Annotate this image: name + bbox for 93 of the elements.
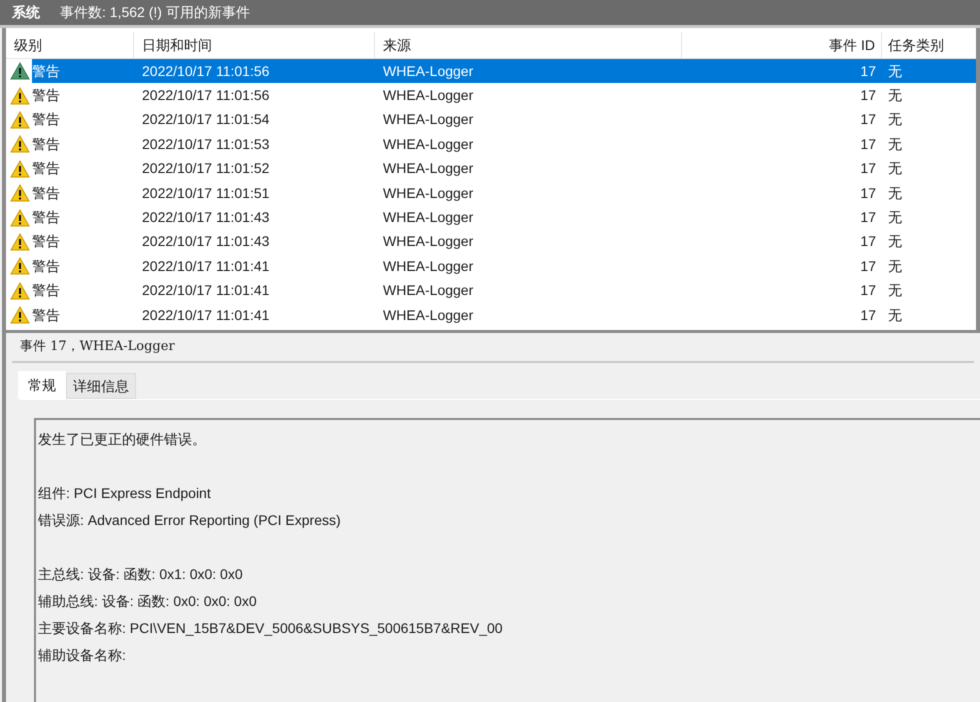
description-line: 主要设备名称: PCI\VEN_15B7&DEV_5006&SUBSYS_500615B7&REV_00 bbox=[38, 619, 504, 638]
table-cell-text: 无 bbox=[887, 281, 903, 300]
table-cell-text: WHEA-Logger bbox=[382, 306, 474, 325]
warning-icon bbox=[10, 184, 30, 202]
column-header[interactable]: 日期和时间 bbox=[134, 32, 375, 58]
warning-icon bbox=[10, 257, 30, 276]
table-cell-text: 警告 bbox=[32, 110, 60, 130]
table-cell-text: 警告 bbox=[32, 281, 60, 300]
table-cell-text: WHEA-Logger bbox=[382, 134, 474, 154]
warning-icon bbox=[10, 86, 30, 105]
table-cell-text: 警告 bbox=[32, 208, 60, 228]
warning-icon bbox=[10, 135, 30, 154]
description-line: 辅助设备名称: bbox=[38, 646, 127, 665]
details-title: 事件 17，WHEA-Logger bbox=[12, 333, 974, 363]
table-cell-text: 17 bbox=[859, 62, 877, 81]
table-cell-text: 无 bbox=[887, 184, 903, 203]
table-cell-text: 17 bbox=[859, 184, 877, 203]
table-cell-text: 17 bbox=[859, 86, 877, 106]
column-header[interactable]: 事件 ID bbox=[682, 32, 882, 58]
event-row[interactable]: 警告 2022/10/17 11:01:54 WHEA-Logger 17 无 bbox=[6, 108, 976, 132]
table-cell-text: 17 bbox=[859, 208, 877, 228]
warning-icon bbox=[10, 160, 30, 178]
table-cell-text: 2022/10/17 11:01:53 bbox=[141, 134, 270, 154]
table-cell-text: WHEA-Logger bbox=[382, 208, 474, 228]
event-count: 事件数: 1,562 (!) 可用的新事件 bbox=[60, 3, 250, 22]
table-cell-text: 2022/10/17 11:01:41 bbox=[141, 281, 270, 300]
event-row[interactable]: 警告 2022/10/17 11:01:53 WHEA-Logger 17 无 bbox=[6, 132, 976, 157]
table-cell-text: WHEA-Logger bbox=[382, 281, 474, 300]
description-line: 错误源: Advanced Error Reporting (PCI Express) bbox=[38, 511, 342, 530]
table-cell-text: WHEA-Logger bbox=[382, 110, 474, 130]
event-row[interactable]: 警告 2022/10/17 11:01:56 WHEA-Logger 17 无 bbox=[6, 83, 976, 108]
event-row[interactable]: 警告 2022/10/17 11:01:43 WHEA-Logger 17 无 bbox=[6, 230, 976, 254]
event-row[interactable]: 警告 2022/10/17 11:01:51 WHEA-Logger 17 无 bbox=[6, 180, 976, 206]
table-cell-text: 无 bbox=[887, 110, 903, 130]
table-cell-text: 2022/10/17 11:01:41 bbox=[141, 306, 270, 325]
table-cell-text: 无 bbox=[887, 306, 903, 325]
table-cell-text: 17 bbox=[859, 306, 877, 325]
table-cell-text: 警告 bbox=[32, 159, 60, 178]
table-cell-text: 警告 bbox=[32, 86, 60, 106]
table-cell-text: 2022/10/17 11:01:51 bbox=[141, 184, 270, 203]
table-cell-text: 无 bbox=[887, 208, 903, 228]
tab[interactable]: 常规 bbox=[18, 371, 66, 399]
warning-icon bbox=[10, 62, 30, 80]
table-cell-text: 2022/10/17 11:01:52 bbox=[141, 159, 270, 178]
table-cell-text: 警告 bbox=[32, 306, 60, 325]
description-line: 辅助总线: 设备: 函数: 0x0: 0x0: 0x0 bbox=[38, 592, 258, 611]
table-cell-text: 2022/10/17 11:01:43 bbox=[141, 208, 270, 228]
column-header[interactable]: 任务类别 bbox=[882, 32, 976, 58]
event-row[interactable]: 警告 2022/10/17 11:01:41 WHEA-Logger 17 无 bbox=[6, 278, 976, 303]
tab[interactable]: 详细信息 bbox=[66, 373, 136, 399]
table-cell-text: 2022/10/17 11:01:43 bbox=[141, 232, 270, 252]
description-line: 主总线: 设备: 函数: 0x1: 0x0: 0x0 bbox=[38, 565, 244, 584]
table-cell-text: 17 bbox=[859, 134, 877, 154]
table-cell-text: 2022/10/17 11:01:56 bbox=[141, 86, 270, 106]
table-cell-text: 警告 bbox=[32, 134, 60, 154]
description-line: 组件: PCI Express Endpoint bbox=[38, 484, 212, 503]
warning-icon bbox=[10, 282, 30, 300]
event-row[interactable]: 警告 2022/10/17 11:01:41 WHEA-Logger 17 无 bbox=[6, 302, 976, 328]
table-cell-text: WHEA-Logger bbox=[382, 184, 474, 203]
table-cell-text: 警告 bbox=[32, 256, 60, 276]
table-cell-text: 无 bbox=[887, 86, 903, 106]
table-cell-text: 无 bbox=[887, 256, 903, 276]
table-cell-text: 无 bbox=[887, 159, 903, 178]
table-cell-text: WHEA-Logger bbox=[382, 86, 474, 106]
table-cell-text: 2022/10/17 11:01:54 bbox=[141, 110, 270, 130]
table-cell-text: 无 bbox=[887, 134, 903, 154]
table-cell-text: 17 bbox=[859, 256, 877, 276]
column-header[interactable]: 级别 bbox=[6, 32, 134, 58]
table-cell-text: 17 bbox=[859, 159, 877, 178]
warning-icon bbox=[10, 232, 30, 251]
table-cell-text: 2022/10/17 11:01:56 bbox=[141, 62, 270, 81]
table-cell-text: 17 bbox=[859, 281, 877, 300]
table-cell-text: 2022/10/17 11:01:41 bbox=[141, 256, 270, 276]
table-cell-text: WHEA-Logger bbox=[382, 159, 474, 178]
event-row[interactable]: 警告 2022/10/17 11:01:41 WHEA-Logger 17 无 bbox=[6, 254, 976, 279]
table-cell-text: WHEA-Logger bbox=[382, 62, 474, 81]
table-cell-text: 17 bbox=[859, 110, 877, 130]
warning-icon bbox=[10, 110, 30, 129]
table-cell-text: 无 bbox=[887, 62, 903, 81]
table-cell-text: WHEA-Logger bbox=[382, 232, 474, 252]
table-cell-text: 17 bbox=[859, 232, 877, 252]
event-row[interactable]: 警告 2022/10/17 11:01:52 WHEA-Logger 17 无 bbox=[6, 156, 976, 181]
table-cell-text: 警告 bbox=[32, 184, 60, 203]
column-header[interactable]: 来源 bbox=[375, 32, 682, 58]
description-line: 发生了已更正的硬件错误。 bbox=[38, 430, 207, 449]
table-cell-text: 警告 bbox=[32, 232, 60, 252]
warning-icon bbox=[10, 306, 30, 324]
table-cell-text: WHEA-Logger bbox=[382, 256, 474, 276]
event-row[interactable]: 警告 2022/10/17 11:01:43 WHEA-Logger 17 无 bbox=[6, 205, 976, 230]
table-cell: 警告 bbox=[32, 59, 134, 84]
warning-icon bbox=[10, 208, 30, 227]
table-cell-text: 无 bbox=[887, 232, 903, 252]
log-title: 系统 bbox=[12, 3, 40, 22]
